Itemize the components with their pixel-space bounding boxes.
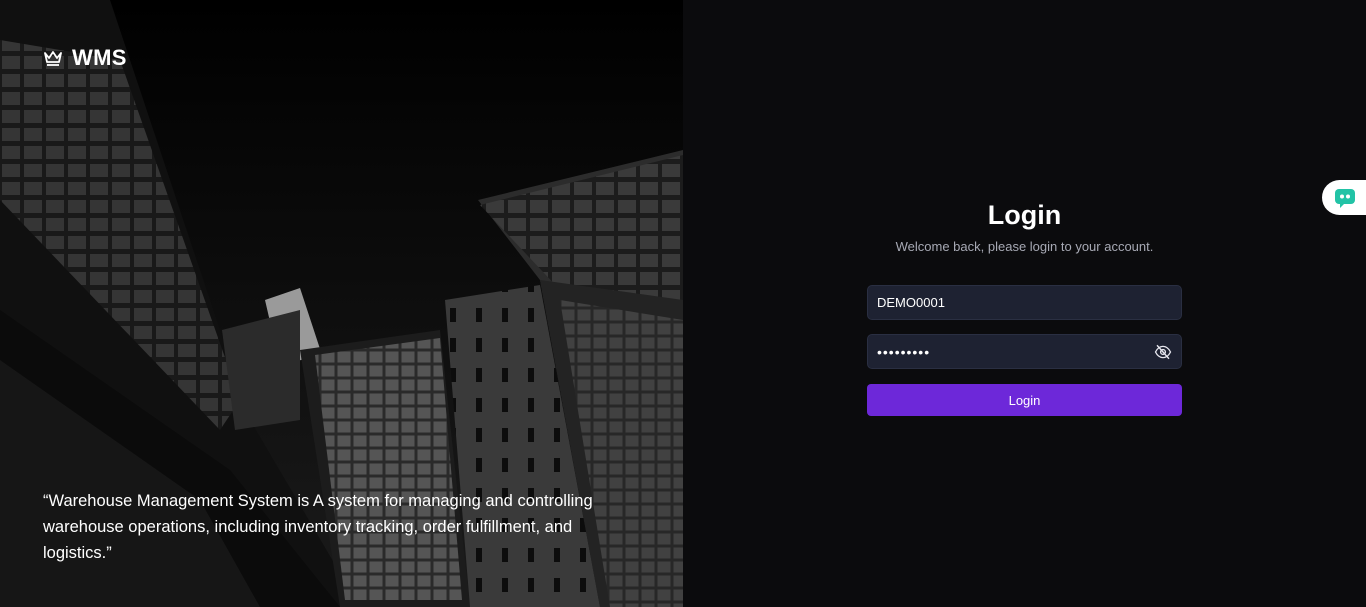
- eye-off-icon[interactable]: [1154, 343, 1172, 361]
- chat-bubble-icon: [1335, 188, 1355, 208]
- login-panel: Login Welcome back, please login to your…: [683, 0, 1366, 607]
- password-input[interactable]: •••••••••: [867, 334, 1182, 369]
- username-input[interactable]: DEMO0001: [867, 285, 1182, 320]
- crown-icon: [44, 51, 62, 66]
- login-title: Login: [987, 200, 1062, 230]
- username-value: DEMO0001: [877, 295, 945, 310]
- login-button[interactable]: Login: [867, 384, 1182, 416]
- hero-panel: WMS “Warehouse Management System is A sy…: [0, 0, 683, 607]
- login-subtitle: Welcome back, please login to your accou…: [895, 239, 1154, 254]
- login-form: Login Welcome back, please login to your…: [867, 198, 1182, 416]
- brand-logo: WMS: [43, 45, 127, 71]
- hero-quote: “Warehouse Management System is A system…: [43, 492, 593, 562]
- chat-widget-button[interactable]: [1322, 180, 1366, 215]
- brand-name: WMS: [72, 45, 127, 70]
- password-value: •••••••••: [877, 343, 931, 360]
